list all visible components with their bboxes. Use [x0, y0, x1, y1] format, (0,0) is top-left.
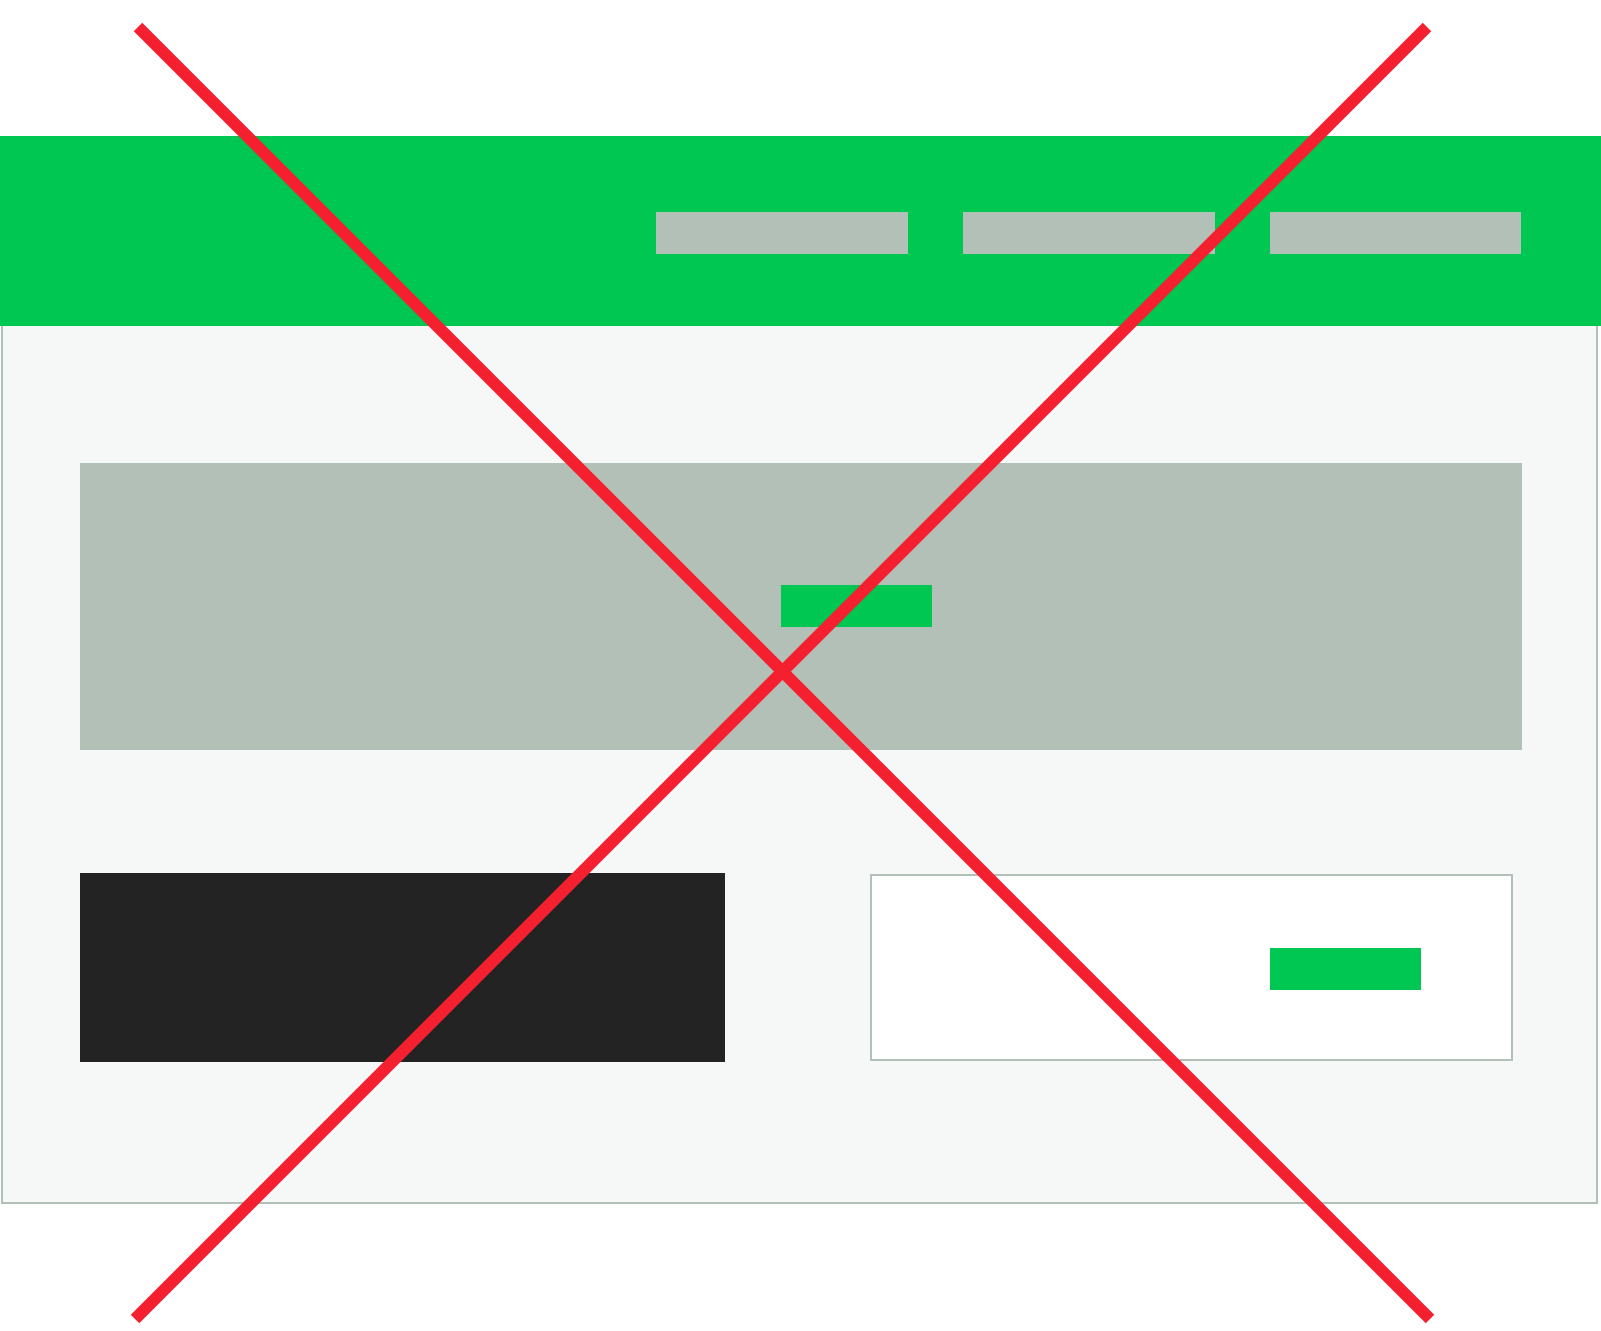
- card-cta-button[interactable]: [1270, 948, 1421, 990]
- nav-item-1[interactable]: [656, 212, 908, 254]
- nav-item-2[interactable]: [963, 212, 1215, 254]
- nav-item-3[interactable]: [1270, 212, 1521, 254]
- hero-cta-button[interactable]: [781, 585, 932, 627]
- dark-content-block: [80, 873, 725, 1062]
